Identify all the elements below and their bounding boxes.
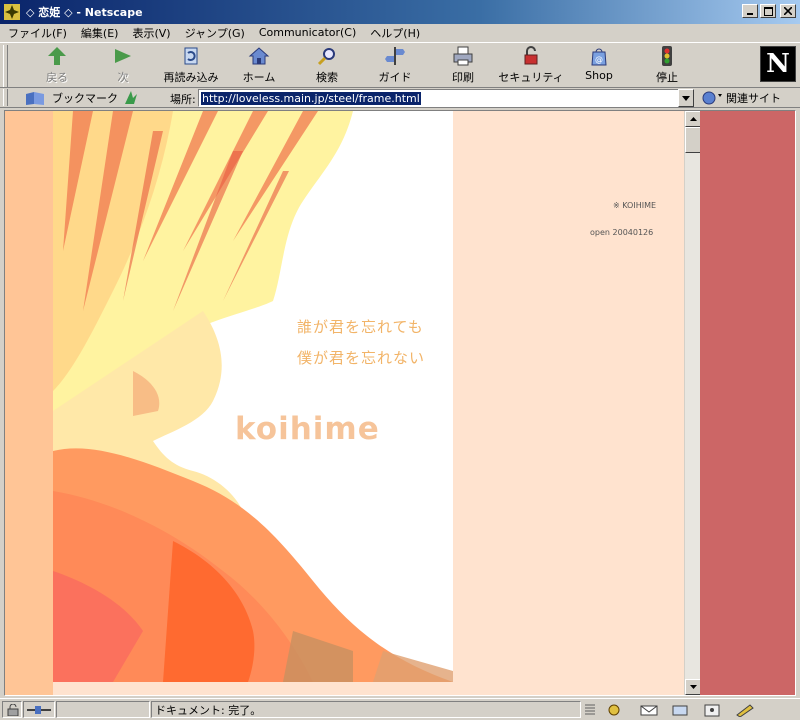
- toolbar-grip[interactable]: [3, 45, 8, 87]
- home-icon: [248, 47, 270, 65]
- minimize-button[interactable]: [742, 4, 758, 18]
- menu-help[interactable]: ヘルプ(H): [370, 25, 420, 41]
- home-label: ホーム: [242, 71, 276, 84]
- left-color-strip: [5, 111, 53, 695]
- url-text: http://loveless.main.jp/steel/frame.html: [201, 91, 421, 105]
- menu-view[interactable]: 表示(V): [132, 25, 170, 41]
- location-toolbar-grip[interactable]: [3, 89, 8, 106]
- netscape-logo-letter: N: [766, 49, 790, 79]
- related-sites-button[interactable]: 関連サイト: [700, 89, 781, 107]
- svg-text:@: @: [595, 55, 603, 64]
- koihime-illustration: 誰が君を忘れても 僕が君を忘れない koihime: [53, 111, 453, 682]
- content-viewport: 誰が君を忘れても 僕が君を忘れない koihime ※ KOIHIME open…: [4, 110, 796, 696]
- security-button[interactable]: セキュリティ: [496, 45, 566, 87]
- menu-communicator[interactable]: Communicator(C): [259, 26, 356, 39]
- navigator-icon[interactable]: [606, 703, 628, 717]
- copyright-text: ※ KOIHIME: [613, 201, 657, 210]
- forward-label: 次: [117, 71, 129, 84]
- print-icon: [453, 46, 473, 66]
- window-title: ◇ 恋姫 ◇ - Netscape: [26, 6, 143, 19]
- navigation-toolbar: 戻る 次 再読み込み ホーム 検索 ガイド 印刷 セキュリティ @ Shop 停…: [0, 42, 800, 88]
- back-arrow-icon: [48, 47, 66, 65]
- component-bar: [584, 701, 756, 718]
- arrow-up-icon: [689, 117, 697, 121]
- security-status-indicator[interactable]: [2, 701, 22, 718]
- forward-button[interactable]: 次: [88, 45, 158, 87]
- close-icon: [784, 7, 792, 15]
- poem-line-1: 誰が君を忘れても: [297, 318, 424, 336]
- maximize-button[interactable]: [760, 4, 776, 18]
- shop-label: Shop: [585, 69, 613, 82]
- scroll-down-button[interactable]: [685, 679, 701, 695]
- status-bar: ドキュメント: 完了。: [0, 698, 800, 720]
- bookmarks-label: ブックマーク: [52, 92, 118, 105]
- chevron-down-icon: [682, 95, 690, 101]
- mailbox-icon[interactable]: [638, 703, 660, 717]
- minimize-icon: [747, 13, 753, 15]
- related-sites-label: 関連サイト: [726, 92, 781, 105]
- component-bar-grip-icon[interactable]: [584, 703, 596, 716]
- shop-button[interactable]: @ Shop: [564, 45, 634, 87]
- stop-button[interactable]: 停止: [632, 45, 702, 87]
- reload-label: 再読み込み: [163, 71, 219, 84]
- location-toolbar: ブックマーク 場所: http://loveless.main.jp/steel…: [0, 88, 800, 108]
- guide-button[interactable]: ガイド: [360, 45, 430, 87]
- security-label: セキュリティ: [498, 71, 564, 84]
- bookmarks-button[interactable]: ブックマーク: [24, 89, 118, 107]
- location-label: 場所:: [170, 93, 196, 106]
- url-dropdown-button[interactable]: [678, 89, 694, 107]
- status-text-panel: ドキュメント: 完了。: [151, 701, 581, 718]
- search-icon: [317, 48, 335, 66]
- side-frame: [700, 111, 795, 695]
- stop-label: 停止: [656, 71, 678, 84]
- url-input[interactable]: http://loveless.main.jp/steel/frame.html: [198, 89, 680, 107]
- home-button[interactable]: ホーム: [224, 45, 294, 87]
- progress-bar: [56, 701, 150, 718]
- search-button[interactable]: 検索: [292, 45, 362, 87]
- back-button[interactable]: 戻る: [22, 45, 92, 87]
- address-book-icon[interactable]: [702, 703, 724, 717]
- lock-status-icon: [7, 703, 19, 716]
- search-label: 検索: [316, 71, 338, 84]
- newsgroups-icon[interactable]: [670, 703, 692, 717]
- menu-go[interactable]: ジャンプ(G): [185, 25, 245, 41]
- stop-icon: [662, 46, 672, 66]
- composer-icon[interactable]: [734, 703, 756, 717]
- related-sites-icon: [702, 91, 722, 105]
- netscape-logo[interactable]: N: [760, 46, 796, 82]
- connection-status-indicator: [23, 701, 55, 718]
- title-bar: ◇ 恋姫 ◇ - Netscape: [0, 0, 800, 24]
- guide-label: ガイド: [378, 71, 412, 84]
- forward-arrow-icon: [115, 49, 131, 63]
- scroll-thumb[interactable]: [685, 127, 701, 153]
- menu-edit[interactable]: 編集(E): [81, 25, 119, 41]
- shop-bag-icon: @: [591, 48, 607, 66]
- illustration-artwork: [53, 111, 453, 682]
- enter-site-link[interactable]: koihime: [235, 411, 380, 447]
- maximize-icon: [763, 6, 773, 16]
- main-frame: 誰が君を忘れても 僕が君を忘れない koihime ※ KOIHIME open…: [5, 111, 685, 695]
- guide-icon: [385, 47, 405, 65]
- poem-line-2: 僕が君を忘れない: [297, 349, 426, 367]
- vertical-scrollbar[interactable]: [684, 111, 701, 695]
- back-label: 戻る: [46, 71, 68, 84]
- status-text: ドキュメント: 完了。: [155, 703, 262, 717]
- arrow-down-icon: [689, 685, 697, 689]
- close-button[interactable]: [780, 4, 796, 18]
- netscape-app-icon[interactable]: [4, 4, 20, 20]
- security-lock-icon: [524, 46, 538, 65]
- scroll-up-button[interactable]: [685, 111, 701, 127]
- plug-icon: [27, 705, 51, 714]
- menu-file[interactable]: ファイル(F): [8, 25, 67, 41]
- print-button[interactable]: 印刷: [428, 45, 498, 87]
- menu-bar: ファイル(F) 編集(E) 表示(V) ジャンプ(G) Communicator…: [0, 24, 800, 41]
- reload-icon: [184, 47, 198, 65]
- open-date-text: open 20040126: [590, 228, 654, 237]
- reload-button[interactable]: 再読み込み: [156, 45, 226, 87]
- print-label: 印刷: [452, 71, 474, 84]
- page-proxy-icon[interactable]: [122, 89, 140, 106]
- bookmarks-icon: [26, 92, 44, 105]
